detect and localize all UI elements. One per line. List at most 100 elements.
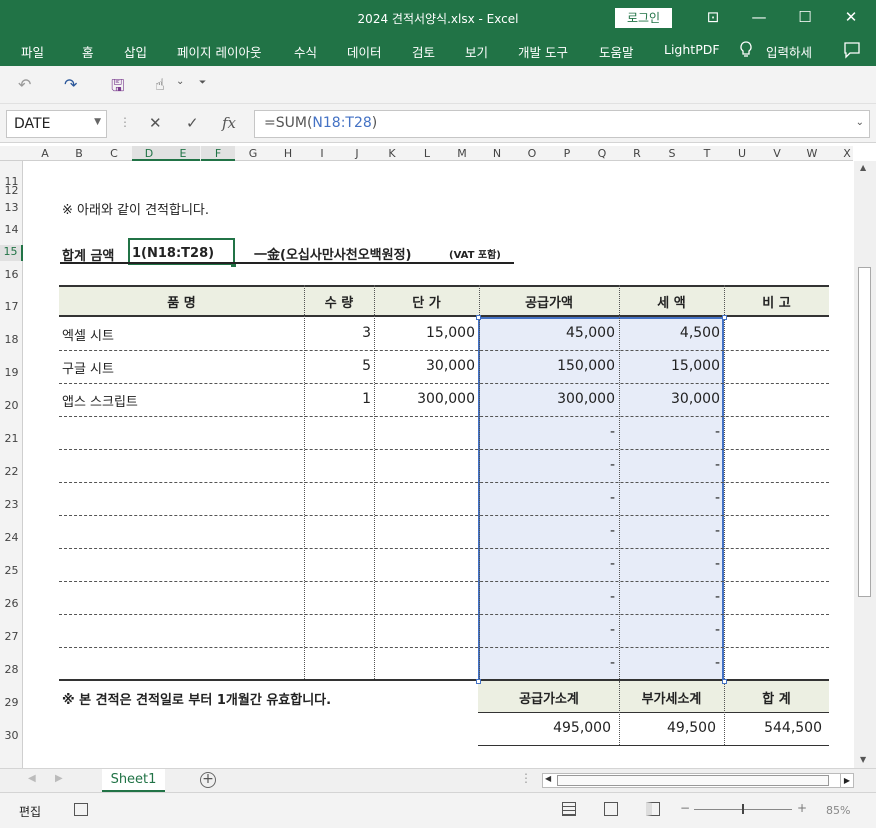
column-header[interactable]: W — [795, 146, 829, 161]
item-tax-cell[interactable]: - — [619, 622, 720, 638]
item-supply-cell[interactable]: - — [479, 556, 615, 572]
column-header[interactable]: G — [236, 146, 270, 161]
item-tax-cell[interactable]: - — [619, 424, 720, 440]
item-price-cell[interactable]: 30,000 — [374, 358, 475, 374]
close-button[interactable]: ✕ — [836, 6, 866, 30]
page-layout-view-icon[interactable] — [604, 802, 618, 816]
row-header[interactable]: 20 — [0, 399, 23, 412]
item-supply-cell[interactable]: - — [479, 622, 615, 638]
tell-me-search[interactable]: 입력하세 — [766, 42, 812, 61]
tab-lightpdf[interactable]: LightPDF — [664, 42, 720, 57]
item-tax-cell[interactable]: 4,500 — [619, 325, 720, 341]
zoom-slider-thumb[interactable] — [742, 804, 744, 814]
expand-formula-icon[interactable]: ⌄ — [856, 117, 864, 128]
column-header[interactable]: F — [201, 146, 235, 161]
column-header[interactable]: V — [760, 146, 794, 161]
item-supply-cell[interactable]: 300,000 — [479, 391, 615, 407]
tab-help[interactable]: 도움말 — [599, 42, 634, 61]
worksheet-grid[interactable]: ※ 아래와 같이 견적합니다. 합계 금액 1(N18:T28) 一金(오십사만… — [24, 161, 853, 768]
accessibility-icon[interactable] — [74, 803, 88, 816]
zoom-in-icon[interactable]: + — [797, 801, 807, 815]
item-price-cell[interactable]: 300,000 — [374, 391, 475, 407]
item-supply-cell[interactable]: - — [479, 523, 615, 539]
row-header[interactable]: 28 — [0, 663, 23, 676]
item-name-cell[interactable]: 엑셀 시트 — [62, 325, 114, 344]
touch-mode-dropdown-icon[interactable]: ⌄ — [176, 76, 184, 87]
column-header[interactable]: P — [550, 146, 584, 161]
row-header[interactable]: 26 — [0, 597, 23, 610]
tab-developer[interactable]: 개발 도구 — [518, 42, 568, 61]
item-supply-cell[interactable]: - — [479, 655, 615, 671]
cancel-icon[interactable]: ✕ — [149, 114, 162, 132]
row-header[interactable]: 13 — [0, 201, 23, 214]
row-header[interactable]: 12 — [0, 184, 23, 197]
item-tax-cell[interactable]: - — [619, 589, 720, 605]
column-header[interactable]: S — [655, 146, 689, 161]
column-header[interactable]: A — [28, 146, 62, 161]
tab-file[interactable]: 파일 — [21, 42, 44, 61]
ribbon-display-icon[interactable]: ⊡ — [698, 6, 728, 30]
row-header[interactable]: 30 — [0, 729, 23, 742]
next-sheet-icon[interactable]: ▶ — [55, 773, 63, 784]
row-header[interactable]: 29 — [0, 696, 23, 709]
chevron-down-icon[interactable]: ▼ — [94, 117, 101, 127]
column-header[interactable]: J — [340, 146, 374, 161]
item-qty-cell[interactable]: 5 — [304, 358, 371, 374]
item-name-cell[interactable]: 앱스 스크립트 — [62, 391, 138, 410]
normal-view-icon[interactable] — [562, 802, 576, 816]
zoom-level[interactable]: 85% — [826, 804, 850, 817]
row-header[interactable]: 23 — [0, 498, 23, 511]
item-supply-cell[interactable]: - — [479, 457, 615, 473]
tab-data[interactable]: 데이터 — [347, 42, 382, 61]
add-sheet-icon[interactable]: + — [200, 772, 216, 788]
item-supply-cell[interactable]: - — [479, 589, 615, 605]
zoom-out-icon[interactable]: − — [680, 801, 690, 815]
column-header[interactable]: U — [725, 146, 759, 161]
scroll-up-icon[interactable]: ▲ — [860, 163, 866, 172]
item-tax-cell[interactable]: - — [619, 490, 720, 506]
summary-total-value[interactable]: 544,500 — [724, 720, 822, 736]
tab-insert[interactable]: 삽입 — [124, 42, 147, 61]
scroll-down-icon[interactable]: ▼ — [860, 755, 866, 764]
column-header[interactable]: B — [62, 146, 96, 161]
sheet-tab-sheet1[interactable]: Sheet1 — [102, 769, 165, 792]
item-supply-cell[interactable]: 45,000 — [479, 325, 615, 341]
touch-mode-icon[interactable]: ☝ — [155, 75, 165, 94]
row-header[interactable]: 18 — [0, 333, 23, 346]
selection-handle[interactable] — [722, 679, 727, 684]
insert-function-icon[interactable]: fx — [222, 114, 236, 132]
selection-handle[interactable] — [476, 315, 481, 320]
column-header[interactable]: E — [166, 146, 200, 161]
column-header[interactable]: X — [830, 146, 864, 161]
item-tax-cell[interactable]: - — [619, 523, 720, 539]
row-header[interactable]: 24 — [0, 531, 23, 544]
save-icon[interactable]: 🖫 — [111, 75, 125, 102]
tab-page-layout[interactable]: 페이지 레이아웃 — [177, 42, 261, 61]
login-button[interactable]: 로그인 — [615, 8, 672, 28]
item-supply-cell[interactable]: - — [479, 424, 615, 440]
row-header[interactable]: 21 — [0, 432, 23, 445]
selection-handle[interactable] — [476, 679, 481, 684]
vertical-scrollbar[interactable]: ▲ ▼ — [854, 161, 876, 768]
total-amount-edit-cell[interactable]: 1(N18:T28) — [128, 238, 235, 265]
column-header[interactable]: C — [97, 146, 131, 161]
column-header[interactable]: D — [132, 146, 166, 161]
tab-home[interactable]: 홈 — [82, 42, 94, 61]
column-header[interactable]: Q — [585, 146, 619, 161]
vertical-scroll-thumb[interactable] — [858, 267, 871, 597]
column-header[interactable]: I — [305, 146, 339, 161]
item-qty-cell[interactable]: 1 — [304, 391, 371, 407]
item-qty-cell[interactable]: 3 — [304, 325, 371, 341]
column-header[interactable]: R — [620, 146, 654, 161]
tab-view[interactable]: 보기 — [465, 42, 488, 61]
prev-sheet-icon[interactable]: ◀ — [28, 773, 36, 784]
minimize-button[interactable]: — — [744, 6, 774, 30]
column-header[interactable]: N — [480, 146, 514, 161]
row-header[interactable]: 22 — [0, 465, 23, 478]
summary-tax-value[interactable]: 49,500 — [619, 720, 716, 736]
enter-icon[interactable]: ✓ — [186, 114, 199, 132]
item-tax-cell[interactable]: - — [619, 655, 720, 671]
customize-qat-icon[interactable]: ⏷ — [199, 78, 206, 88]
item-price-cell[interactable]: 15,000 — [374, 325, 475, 341]
column-header[interactable]: M — [445, 146, 479, 161]
